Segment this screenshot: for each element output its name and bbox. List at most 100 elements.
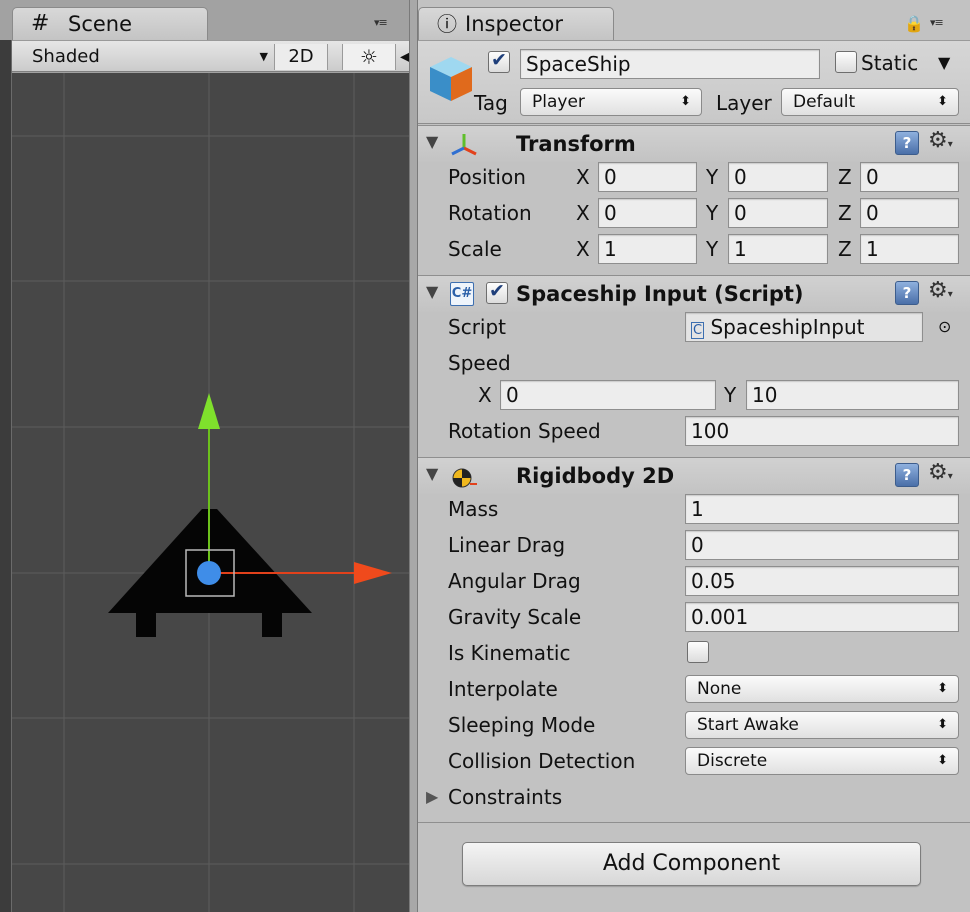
gear-icon[interactable]: ⚙▾	[928, 128, 953, 153]
interpolate-value: None	[697, 679, 742, 699]
rotation-z-field[interactable]: 0	[860, 198, 959, 228]
static-dropdown-arrow-icon[interactable]: ▼	[938, 49, 950, 77]
axis-z-label: Z	[838, 201, 852, 225]
collision-detection-value: Discrete	[697, 751, 768, 771]
inspector-panel: ⓘ Inspector 🔒 ▾≡ SpaceShip Static ▼ Tag …	[418, 0, 970, 912]
rotation-speed-label: Rotation Speed	[448, 419, 601, 443]
linear-drag-field[interactable]: 0	[685, 530, 959, 560]
help-book-icon[interactable]: ?	[895, 131, 919, 155]
panel-menu-icon[interactable]: ▾≡	[374, 16, 388, 29]
axis-z-label: Z	[838, 165, 852, 189]
rotation-x-field[interactable]: 0	[598, 198, 697, 228]
layer-value: Default	[793, 92, 856, 112]
y-axis-arrow-handle	[198, 393, 220, 429]
rotation-y-field[interactable]: 0	[728, 198, 828, 228]
updown-arrow-icon: ⬍	[937, 717, 948, 732]
axis-z-label: Z	[838, 237, 852, 261]
rigidbody2d-header[interactable]: ▼ Rigidbody 2D ? ⚙▾	[418, 458, 970, 494]
collision-detection-dropdown[interactable]: Discrete ⬍	[685, 747, 959, 775]
position-y-field[interactable]: 0	[728, 162, 828, 192]
rotation-speed-field[interactable]: 100	[685, 416, 959, 446]
tag-value: Player	[532, 92, 585, 112]
updown-arrow-icon: ⬍	[680, 94, 691, 109]
add-component-button[interactable]: Add Component	[462, 842, 921, 886]
gear-icon[interactable]: ⚙▾	[928, 278, 953, 303]
tab-scene-label: Scene	[68, 12, 133, 36]
rigidbody2d-component: ▼ Rigidbody 2D ? ⚙▾ Mass 1 Linear Drag 0…	[418, 457, 970, 822]
updown-arrow-icon: ⬍	[937, 94, 948, 109]
2d-toggle-button[interactable]: 2D	[274, 44, 328, 70]
shading-mode-value: Shaded	[32, 46, 100, 67]
csharp-script-icon: C	[691, 322, 705, 339]
position-z-field[interactable]: 0	[860, 162, 959, 192]
help-book-icon[interactable]: ?	[895, 281, 919, 305]
scene-lighting-toggle[interactable]: ☼	[342, 44, 396, 70]
axis-y-label: Y	[706, 201, 719, 225]
foldout-collapsed-icon[interactable]: ▶	[426, 783, 438, 811]
foldout-expanded-icon[interactable]: ▼	[426, 282, 438, 301]
interpolate-label: Interpolate	[448, 677, 558, 701]
spaceship-input-header[interactable]: ▼ C# Spaceship Input (Script) ? ⚙▾	[418, 276, 970, 312]
scene-viewport[interactable]	[12, 73, 409, 912]
spaceship-input-title: Spaceship Input (Script)	[516, 282, 804, 306]
static-checkbox[interactable]	[835, 51, 857, 73]
speed-y-field[interactable]: 10	[746, 380, 959, 410]
rotation-label: Rotation	[448, 201, 532, 225]
scene-canvas	[12, 73, 409, 912]
axis-x-label: X	[576, 201, 590, 225]
axis-y-label: Y	[706, 165, 719, 189]
object-picker-icon[interactable]: ⊙	[938, 313, 951, 341]
gear-icon[interactable]: ⚙▾	[928, 460, 953, 485]
grid-hash-icon: #	[31, 11, 50, 36]
pivot-dot	[197, 561, 221, 585]
gameobject-cube-icon	[430, 57, 472, 101]
sleeping-mode-label: Sleeping Mode	[448, 713, 596, 737]
position-x-field[interactable]: 0	[598, 162, 697, 192]
axis-y-label: Y	[706, 237, 719, 261]
script-label: Script	[448, 315, 507, 339]
script-object-field[interactable]: C SpaceshipInput	[685, 312, 923, 342]
scale-x-field[interactable]: 1	[598, 234, 697, 264]
gameobject-active-checkbox[interactable]	[488, 49, 510, 73]
scale-y-field[interactable]: 1	[728, 234, 828, 264]
interpolate-dropdown[interactable]: None ⬍	[685, 675, 959, 703]
tab-inspector-label: Inspector	[465, 12, 563, 36]
info-icon: ⓘ	[437, 12, 457, 36]
axis-x-label: X	[576, 165, 590, 189]
is-kinematic-checkbox[interactable]	[687, 641, 709, 663]
constraints-foldout-label[interactable]: Constraints	[448, 783, 562, 811]
panel-splitter[interactable]	[409, 0, 418, 912]
shading-mode-dropdown[interactable]: Shaded ▼	[20, 44, 274, 70]
layer-dropdown[interactable]: Default ⬍	[781, 88, 959, 116]
lock-icon[interactable]: 🔒	[904, 14, 924, 33]
axis-x-label: X	[478, 383, 492, 407]
transform-header[interactable]: ▼ Transform ? ⚙▾	[418, 126, 970, 162]
help-book-icon[interactable]: ?	[895, 463, 919, 487]
scale-z-field[interactable]: 1	[860, 234, 959, 264]
foldout-expanded-icon[interactable]: ▼	[426, 464, 438, 483]
transform-title: Transform	[516, 132, 636, 156]
left-strip	[0, 40, 12, 912]
transform-component: ▼ Transform ? ⚙▾ Position X 0 Y 0 Z 0 Ro…	[418, 125, 970, 272]
updown-arrow-icon: ⬍	[937, 681, 948, 696]
tab-inspector[interactable]: ⓘ Inspector	[418, 7, 614, 40]
scene-toolbar: Shaded ▼ 2D ☼ ◀	[12, 40, 412, 72]
axis-x-label: X	[576, 237, 590, 261]
mass-label: Mass	[448, 497, 499, 521]
tag-dropdown[interactable]: Player ⬍	[520, 88, 702, 116]
gameobject-name-field[interactable]: SpaceShip	[520, 49, 820, 79]
rigidbody2d-title: Rigidbody 2D	[516, 464, 675, 488]
dropdown-arrow-icon: ▼	[259, 50, 268, 63]
collision-detection-label: Collision Detection	[448, 749, 636, 773]
gravity-scale-field[interactable]: 0.001	[685, 602, 959, 632]
speed-x-field[interactable]: 0	[500, 380, 716, 410]
panel-menu-icon[interactable]: ▾≡	[930, 16, 944, 29]
sleeping-mode-dropdown[interactable]: Start Awake ⬍	[685, 711, 959, 739]
foldout-expanded-icon[interactable]: ▼	[426, 132, 438, 151]
angular-drag-field[interactable]: 0.05	[685, 566, 959, 596]
updown-arrow-icon: ⬍	[937, 753, 948, 768]
mass-field[interactable]: 1	[685, 494, 959, 524]
script-enabled-checkbox[interactable]	[486, 280, 508, 304]
tab-scene[interactable]: # Scene	[12, 7, 208, 40]
angular-drag-label: Angular Drag	[448, 569, 581, 593]
